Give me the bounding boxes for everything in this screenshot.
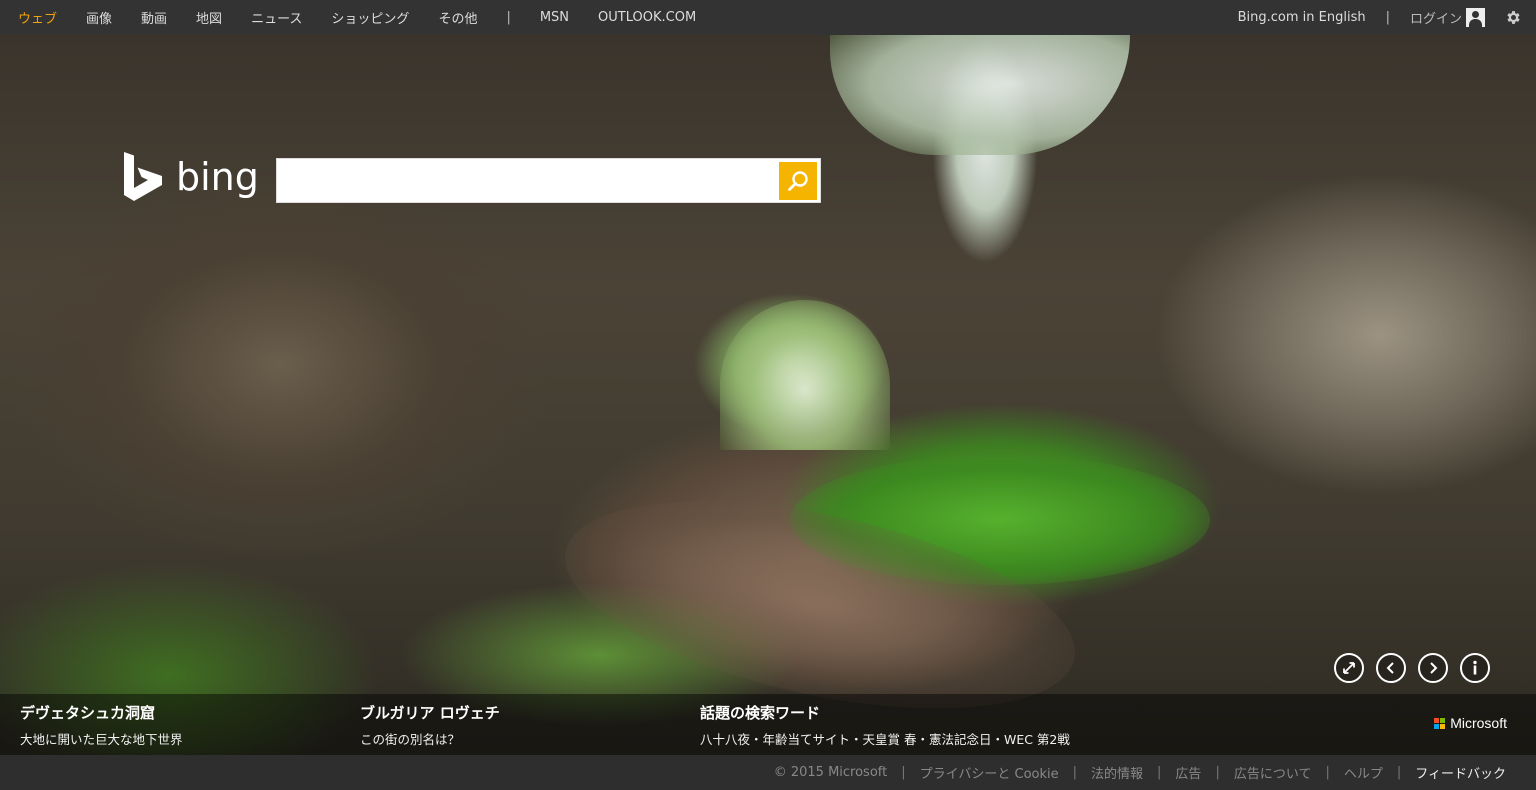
login-button[interactable]: ログイン [1410,8,1485,27]
footer-separator: | [901,765,906,780]
nav-news[interactable]: ニュース [251,8,302,27]
footer: © 2015 Microsoft | プライバシーと Cookie | 法的情報… [0,755,1536,790]
footer-about-ads-link[interactable]: 広告について [1234,763,1312,782]
nav-more[interactable]: その他 [438,8,477,27]
chevron-left-icon [1386,662,1394,674]
hotspot-1-subtitle: 大地に開いた巨大な地下世界 [20,732,183,747]
search-box [276,158,821,203]
footer-separator: | [1396,765,1402,780]
top-nav-left: ウェブ 画像 動画 地図 ニュース ショッピング その他 | MSN OUTLO… [0,0,725,35]
footer-separator: | [1157,765,1162,780]
footer-separator: | [1215,765,1220,780]
search-button[interactable] [779,161,817,200]
hotspot-2[interactable]: ブルガリア ロヴェチ この街の別名は？ [360,702,500,748]
image-controls [1334,653,1502,683]
top-nav-right: Bing.com in English | ログイン [1238,0,1536,35]
background-cave-arch [720,300,890,450]
footer-separator: | [1325,765,1330,780]
bing-logo[interactable]: bing [122,152,259,202]
search-icon [788,170,808,191]
search-input[interactable] [277,159,779,202]
trending-title: 話題の検索ワード [700,704,821,722]
nav-separator-right: | [1385,10,1390,25]
hotspot-strip: デヴェタシュカ洞窟 大地に開いた巨大な地下世界 ブルガリア ロヴェチ この街の別… [0,694,1536,755]
footer-privacy-link[interactable]: プライバシーと Cookie [920,763,1059,782]
footer-help-link[interactable]: ヘルプ [1344,763,1383,782]
info-icon [1473,660,1477,675]
image-info-button[interactable] [1460,653,1490,683]
footer-ads-link[interactable]: 広告 [1175,763,1201,782]
hotspot-2-subtitle: この街の別名は？ [360,732,461,747]
hotspot-1-title: デヴェタシュカ洞窟 [20,704,156,722]
top-nav-bar: ウェブ 画像 動画 地図 ニュース ショッピング その他 | MSN OUTLO… [0,0,1536,35]
microsoft-label: Microsoft [1450,715,1507,731]
microsoft-logo[interactable]: Microsoft [1434,715,1507,731]
trending-searches[interactable]: 話題の検索ワード 八十八夜・年齢当てサイト・天皇賞 春・憲法記念日・WEC 第2… [700,702,1070,748]
expand-icon [1343,662,1355,674]
chevron-right-icon [1430,662,1438,674]
nav-outlook[interactable]: OUTLOOK.COM [598,10,696,25]
next-image-button[interactable] [1418,653,1448,683]
user-avatar-icon [1466,8,1485,27]
footer-separator: | [1072,765,1078,780]
footer-copyright: © 2015 Microsoft [773,765,888,780]
bing-logo-icon [124,152,162,201]
nav-msn[interactable]: MSN [540,10,569,25]
nav-images[interactable]: 画像 [86,8,112,27]
nav-videos[interactable]: 動画 [141,8,167,27]
bing-logo-text: bing [176,155,259,199]
hotspot-2-title: ブルガリア ロヴェチ [360,704,500,722]
footer-feedback-link[interactable]: フィードバック [1415,763,1506,782]
gear-icon[interactable] [1505,9,1522,26]
nav-maps[interactable]: 地図 [196,8,222,27]
nav-shopping[interactable]: ショッピング [331,8,409,27]
hotspot-1[interactable]: デヴェタシュカ洞窟 大地に開いた巨大な地下世界 [20,702,183,748]
fullscreen-button[interactable] [1334,653,1364,683]
login-label: ログイン [1409,12,1462,27]
nav-web[interactable]: ウェブ [18,8,57,27]
background-image [0,35,1536,755]
nav-separator: | [506,10,511,25]
english-link[interactable]: Bing.com in English [1238,10,1366,25]
previous-image-button[interactable] [1376,653,1406,683]
microsoft-windows-icon [1434,717,1446,729]
background-sky-opening [830,35,1130,155]
trending-list[interactable]: 八十八夜・年齢当てサイト・天皇賞 春・憲法記念日・WEC 第2戦 [700,729,1070,748]
footer-legal-link[interactable]: 法的情報 [1091,763,1143,782]
